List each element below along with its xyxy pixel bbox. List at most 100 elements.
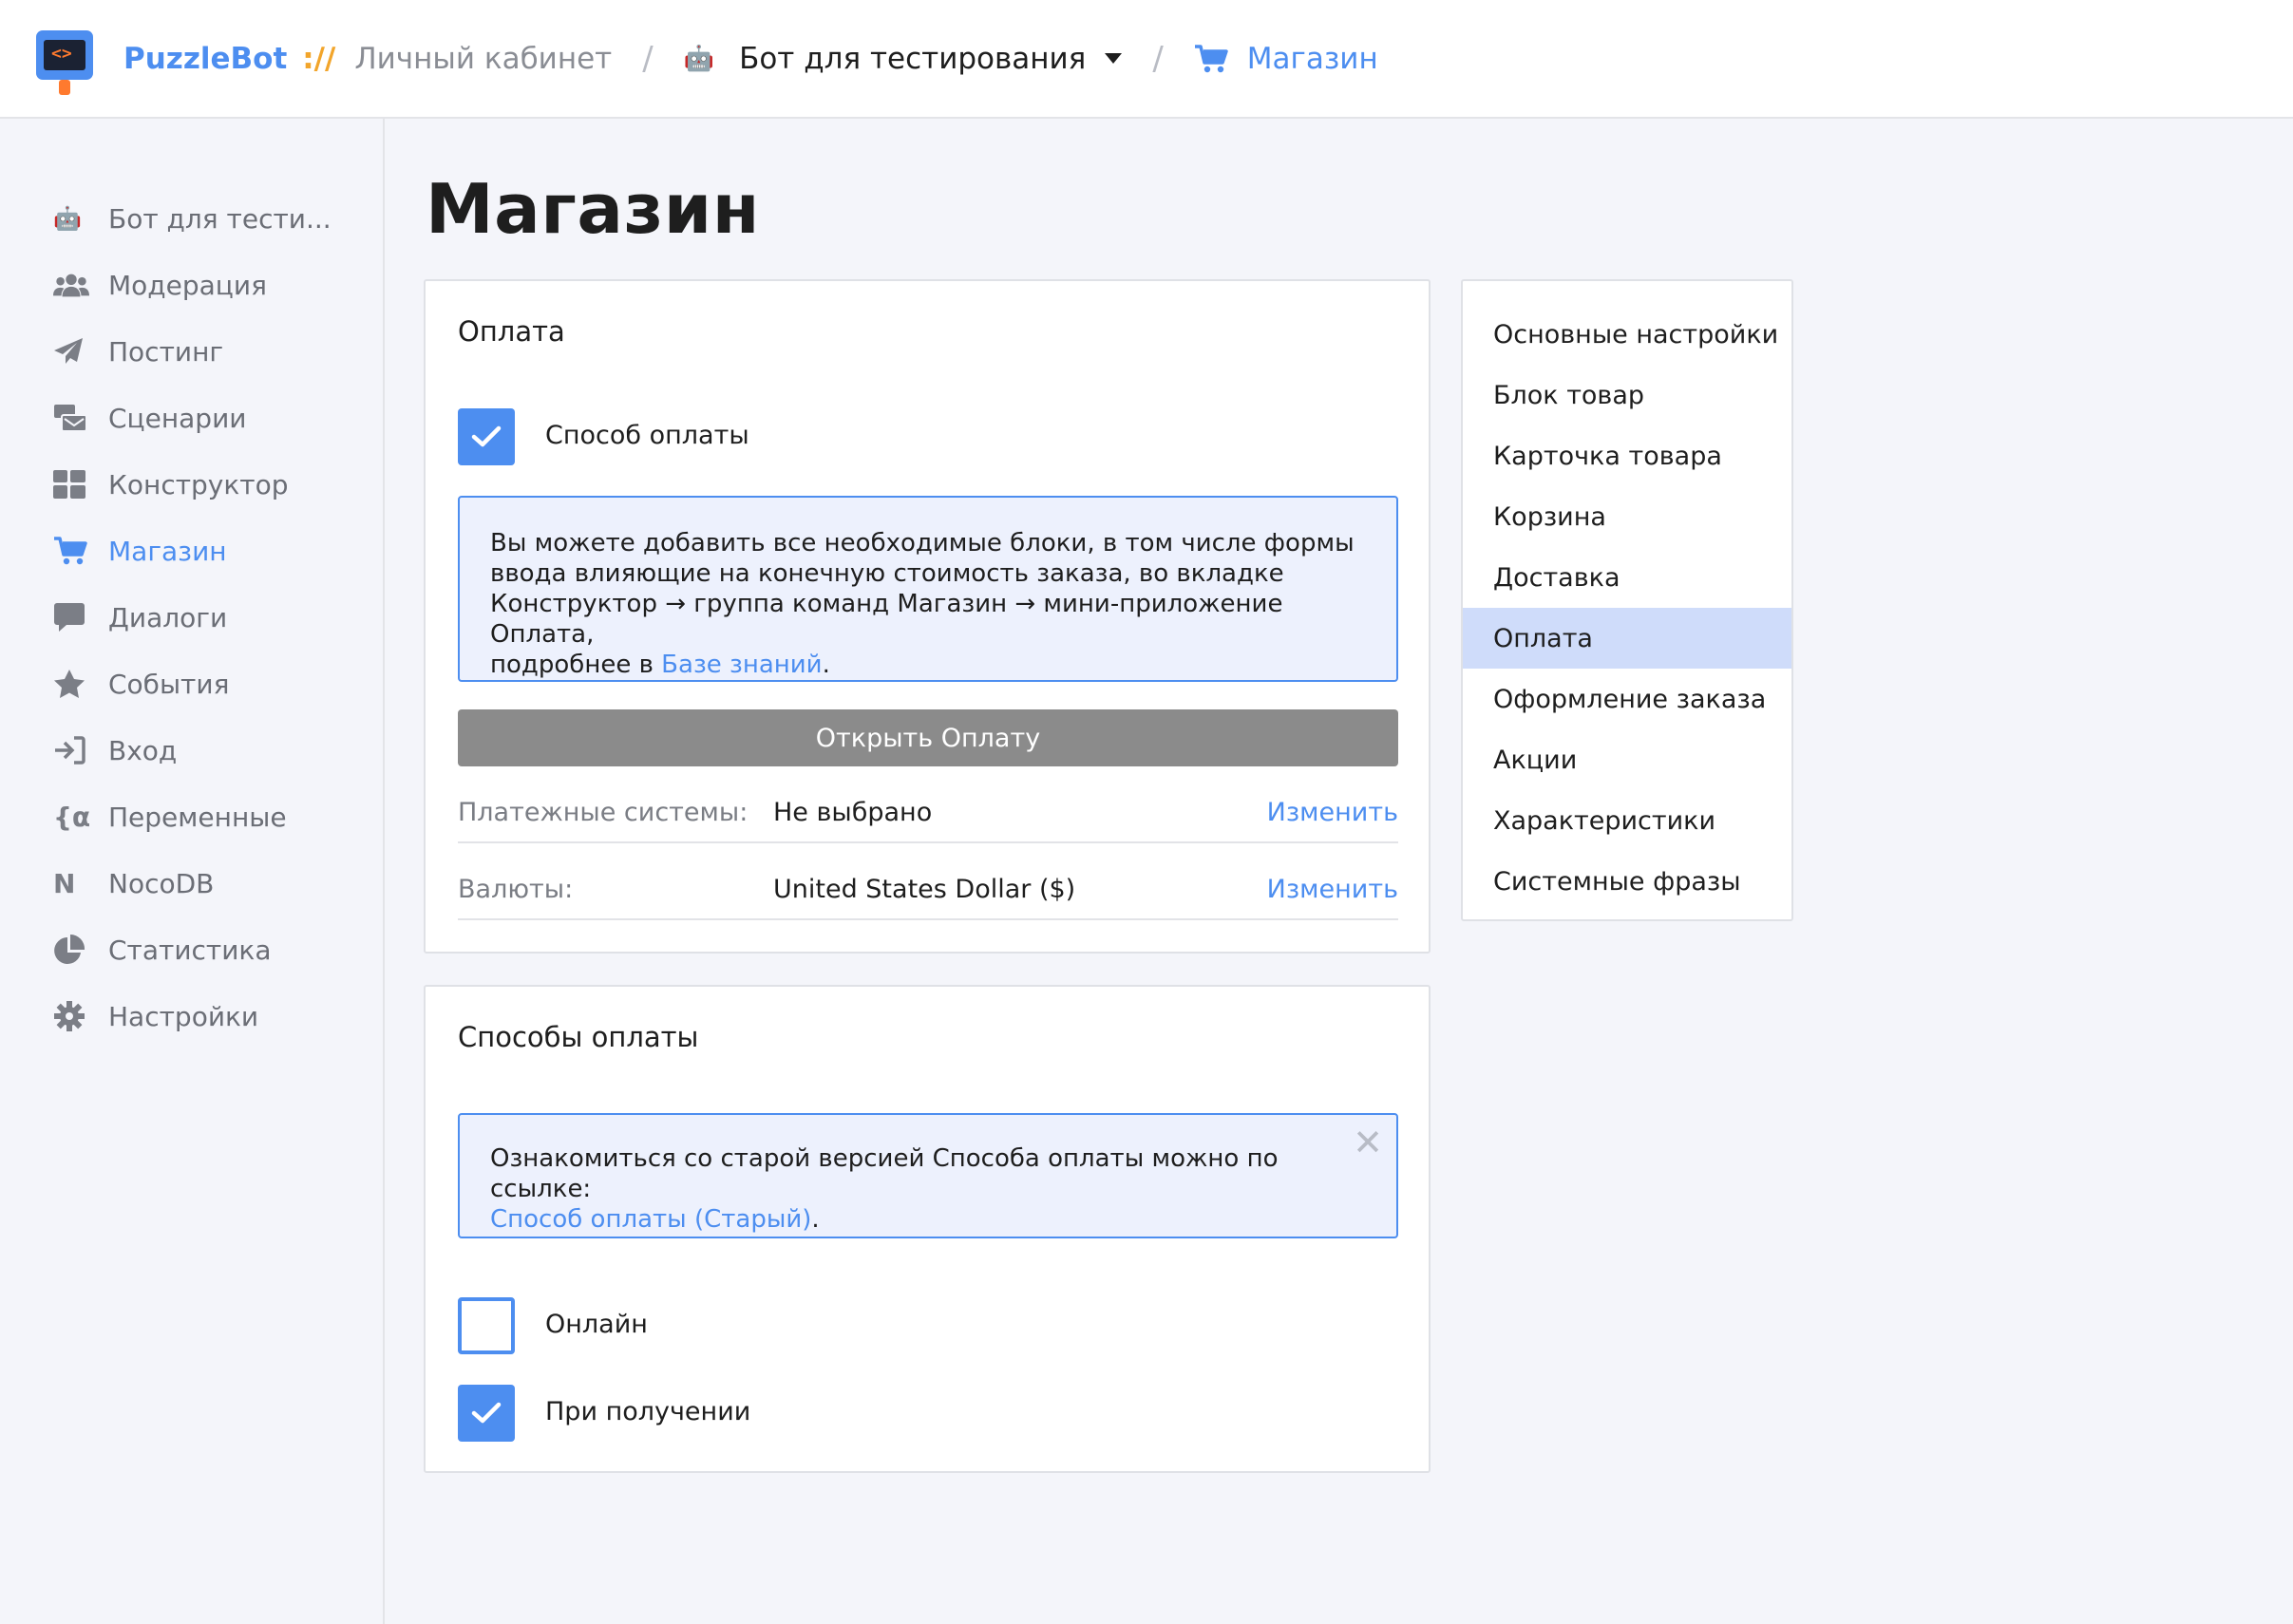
- sidebar-item-label: Переменные: [108, 801, 287, 833]
- sidebar-item-bot[interactable]: 🤖 Бот для тести...: [53, 185, 332, 252]
- sidebar-item-posting[interactable]: Постинг: [53, 318, 332, 385]
- payment-card-title: Оплата: [458, 315, 565, 348]
- sidebar-item-label: Диалоги: [108, 601, 228, 633]
- notice-link-line: Способ оплаты (Старый).: [490, 1204, 1366, 1235]
- info-line: подробнее в Базе знаний.: [490, 650, 1366, 680]
- info-line: ввода влияющие на конечную стоимость зак…: [490, 559, 1284, 588]
- knowledge-base-link[interactable]: Базе знаний: [661, 651, 822, 679]
- top-header: <> PuzzleBot :// Личный кабинет / 🤖 Бот …: [0, 0, 2293, 119]
- payment-method-checkbox[interactable]: [458, 408, 515, 465]
- variable-icon: {α: [53, 801, 91, 833]
- payment-methods-title: Способы оплаты: [458, 1021, 699, 1053]
- paper-plane-icon: [53, 337, 89, 366]
- close-icon[interactable]: ✕: [1353, 1124, 1383, 1161]
- page-title: Магазин: [426, 169, 760, 249]
- check-icon: [471, 425, 502, 447]
- check-icon: [471, 1402, 502, 1424]
- sidebar-item-login[interactable]: Вход: [53, 717, 332, 784]
- sidebar-item-shop[interactable]: Магазин: [53, 518, 332, 584]
- sidebar-item-statistics[interactable]: Статистика: [53, 916, 332, 983]
- pie-chart-icon: [53, 934, 89, 966]
- on-delivery-label: При получении: [545, 1397, 751, 1426]
- cart-icon: [53, 536, 89, 566]
- breadcrumb-separator: /: [642, 39, 654, 78]
- menu-item-promotions[interactable]: Акции: [1463, 729, 1791, 790]
- online-checkbox[interactable]: [458, 1297, 515, 1354]
- star-icon: [53, 669, 89, 699]
- sidebar-item-scenarios[interactable]: Сценарии: [53, 385, 332, 451]
- sidebar-item-label: Магазин: [108, 535, 227, 567]
- payment-method-label: Способ оплаты: [545, 421, 749, 450]
- breadcrumb-cabinet[interactable]: Личный кабинет: [354, 42, 612, 76]
- sidebar-item-label: Вход: [108, 734, 178, 766]
- comment-icon: [53, 602, 89, 633]
- menu-item-checkout[interactable]: Оформление заказа: [1463, 669, 1791, 729]
- menu-item-payment[interactable]: Оплата: [1463, 608, 1791, 669]
- sidebar-item-nocodb[interactable]: N NocoDB: [53, 850, 332, 916]
- old-payment-method-link[interactable]: Способ оплаты (Старый): [490, 1205, 811, 1234]
- sign-in-icon: [53, 736, 89, 765]
- sidebar-item-moderation[interactable]: Модерация: [53, 252, 332, 318]
- grid-icon: [53, 470, 89, 499]
- sidebar-item-label: Постинг: [108, 335, 224, 368]
- payment-systems-row: Платежные системы: Не выбрано Изменить: [458, 784, 1398, 843]
- sidebar-item-label: Сценарии: [108, 402, 247, 434]
- menu-item-delivery[interactable]: Доставка: [1463, 547, 1791, 608]
- sidebar: 🤖 Бот для тести... Модерация Постинг Сце…: [0, 119, 385, 1624]
- sidebar-item-label: NocoDB: [108, 867, 215, 899]
- robot-icon: 🤖: [683, 44, 715, 73]
- sidebar-item-variables[interactable]: {α Переменные: [53, 784, 332, 850]
- menu-item-product-card[interactable]: Карточка товара: [1463, 425, 1791, 486]
- change-payment-systems-link[interactable]: Изменить: [1267, 798, 1398, 827]
- sidebar-item-label: Модерация: [108, 269, 267, 301]
- puzzlebot-logo-icon[interactable]: <>: [34, 25, 95, 95]
- shop-settings-menu: Основные настройки Блок товар Карточка т…: [1461, 279, 1793, 921]
- info-line-suffix: .: [822, 651, 830, 679]
- chevron-down-icon: [1105, 53, 1123, 64]
- open-payment-button[interactable]: Открыть Оплату: [458, 709, 1398, 766]
- sidebar-item-label: Статистика: [108, 934, 272, 966]
- sidebar-item-dialogs[interactable]: Диалоги: [53, 584, 332, 651]
- change-currencies-link[interactable]: Изменить: [1267, 875, 1398, 904]
- sidebar-nav: 🤖 Бот для тести... Модерация Постинг Сце…: [53, 185, 332, 1049]
- sidebar-item-label: Настройки: [108, 1000, 259, 1032]
- bot-selector-dropdown[interactable]: 🤖 Бот для тестирования: [684, 42, 1123, 76]
- menu-item-characteristics[interactable]: Характеристики: [1463, 790, 1791, 851]
- robot-icon: 🤖: [53, 205, 82, 232]
- mail-bulk-icon: [53, 404, 89, 432]
- menu-item-product-block[interactable]: Блок товар: [1463, 365, 1791, 425]
- info-line: Вы можете добавить все необходимые блоки…: [490, 529, 1355, 557]
- payment-methods-card: Способы оплаты Ознакомиться со старой ве…: [424, 985, 1431, 1473]
- on-delivery-checkbox[interactable]: [458, 1385, 515, 1442]
- brand-separator: ://: [302, 41, 336, 76]
- brand-name[interactable]: PuzzleBot: [123, 42, 287, 76]
- payment-card: Оплата Способ оплаты Вы можете добавить …: [424, 279, 1431, 954]
- sidebar-item-label: Конструктор: [108, 468, 289, 500]
- menu-item-main-settings[interactable]: Основные настройки: [1463, 304, 1791, 365]
- currencies-row: Валюты: United States Dollar ($) Изменит…: [458, 861, 1398, 920]
- sidebar-item-events[interactable]: События: [53, 651, 332, 717]
- breadcrumb-current: Магазин: [1194, 42, 1378, 76]
- sidebar-item-settings[interactable]: Настройки: [53, 983, 332, 1049]
- sidebar-item-label: События: [108, 668, 230, 700]
- menu-item-cart[interactable]: Корзина: [1463, 486, 1791, 547]
- nocodb-icon: N: [53, 867, 76, 899]
- sidebar-item-constructor[interactable]: Конструктор: [53, 451, 332, 518]
- users-icon: [53, 272, 89, 298]
- currencies-label: Валюты:: [458, 875, 574, 904]
- payment-systems-value: Не выбрано: [773, 798, 933, 827]
- info-line: Конструктор → группа команд Магазин → ми…: [490, 590, 1283, 649]
- sidebar-item-label: Бот для тести...: [108, 202, 332, 235]
- bot-selector-label: Бот для тестирования: [739, 41, 1087, 76]
- notice-text: Ознакомиться со старой версией Способа о…: [490, 1144, 1279, 1203]
- payment-systems-label: Платежные системы:: [458, 798, 749, 827]
- gear-icon: [53, 1000, 89, 1032]
- old-version-notice: Ознакомиться со старой версией Способа о…: [458, 1113, 1398, 1238]
- currencies-value: United States Dollar ($): [773, 875, 1076, 904]
- cart-icon: [1194, 44, 1228, 72]
- breadcrumb-current-label: Магазин: [1246, 41, 1378, 76]
- notice-suffix: .: [811, 1205, 820, 1234]
- menu-item-system-phrases[interactable]: Системные фразы: [1463, 851, 1791, 912]
- payment-info-box: Вы можете добавить все необходимые блоки…: [458, 496, 1398, 682]
- breadcrumb-separator: /: [1152, 39, 1164, 78]
